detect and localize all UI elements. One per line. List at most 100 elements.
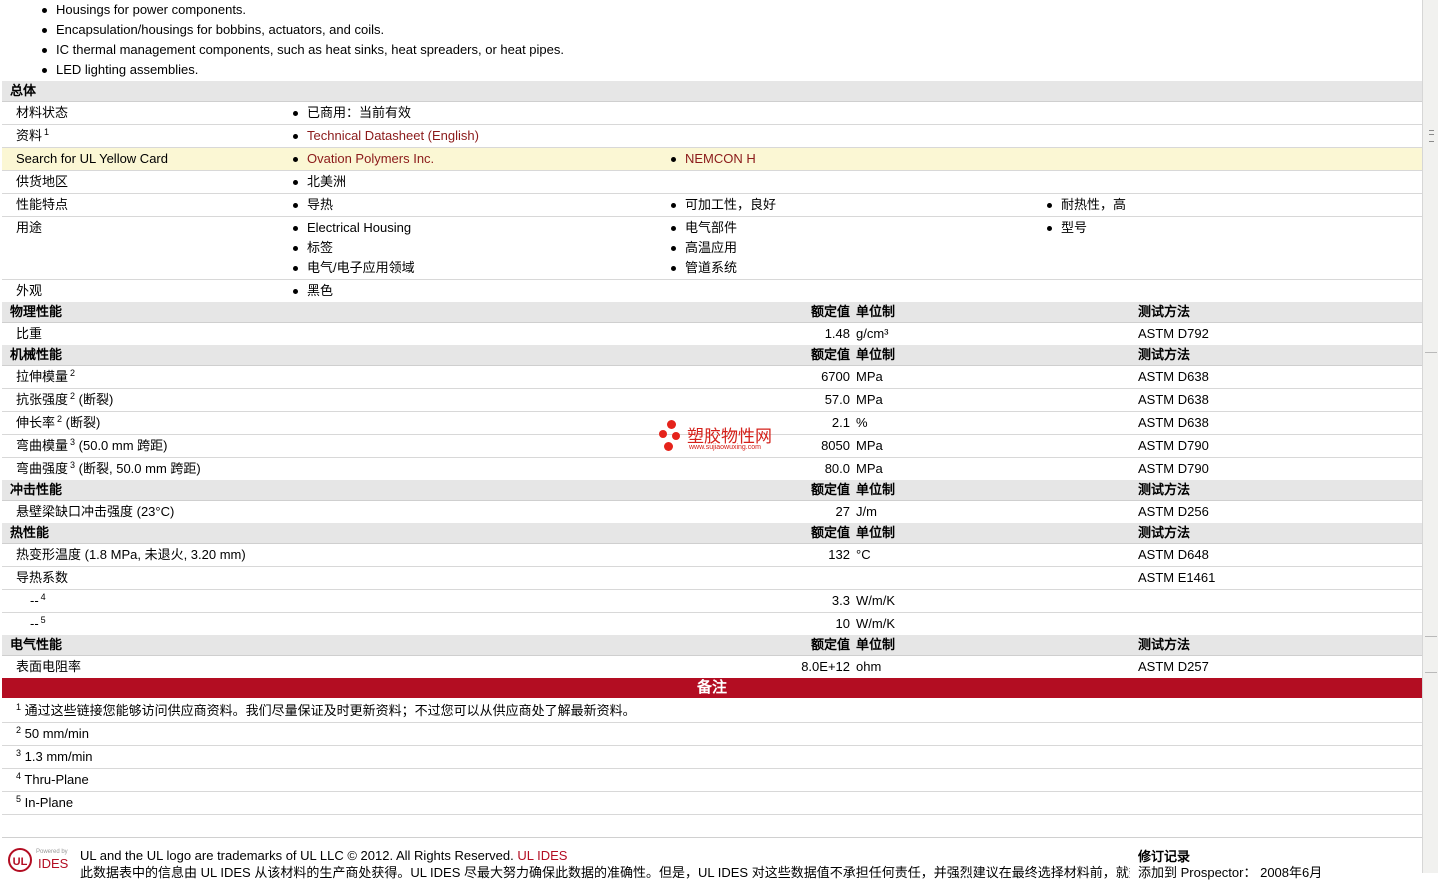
property-subrow: -- 5 10 W/m/K (2, 613, 1422, 636)
property-value: 80.0 (824, 461, 850, 476)
dot-icon (667, 420, 676, 429)
property-label: 热变形温度 (1.8 MPa, 未退火, 3.20 mm) (16, 547, 246, 562)
column-header: 额定值 (810, 637, 850, 652)
property-unit: ohm (856, 659, 882, 674)
row-material-status: 材料状态 已商用：当前有效 (2, 102, 1422, 125)
property-label: 比重 (16, 326, 43, 341)
test-method: ASTM D638 (1138, 392, 1209, 407)
test-method: ASTM D790 (1138, 461, 1209, 476)
grade-link[interactable]: NEMCON H (671, 149, 756, 169)
property-label: 悬壁梁缺口冲击强度 (23°C) (16, 504, 175, 519)
property-value: 3.3 (831, 593, 850, 608)
bullet-icon (1047, 226, 1052, 231)
row-label: 资料 1 (16, 127, 50, 143)
column-header: 额定值 (810, 525, 850, 540)
bullet-icon (1047, 203, 1052, 208)
column-header: 单位制 (856, 347, 896, 362)
property-value: 6700 (821, 369, 850, 384)
property-value: 57.0 (824, 392, 850, 407)
property-row: 导热系数 ASTM E1461 (2, 567, 1422, 590)
watermark-url: www.sujiaowuxing.com (689, 444, 761, 451)
bullet-icon (42, 48, 47, 53)
property-label: -- 5 (30, 615, 46, 631)
column-header: 单位制 (856, 637, 896, 652)
test-method: ASTM D790 (1138, 438, 1209, 453)
ides-logo: IDES (38, 856, 69, 871)
dot-icon (659, 430, 667, 438)
bullet-icon (293, 226, 298, 231)
column-header: 测试方法 (1138, 304, 1191, 319)
section-title: 电气性能 (10, 637, 63, 652)
row-appearance: 外观 黑色 (2, 280, 1422, 303)
row-label: 外观 (16, 283, 43, 298)
section-electrical-header: 电气性能 额定值 单位制 测试方法 (2, 635, 1422, 656)
column-header: 单位制 (856, 525, 896, 540)
column-header: 单位制 (856, 304, 896, 319)
revision-line: 添加到 Prospector： 2008年6月 (1138, 865, 1323, 880)
row-value: 导热 (293, 195, 333, 215)
bullet-icon (42, 8, 47, 13)
row-value: 北美洲 (293, 172, 346, 192)
powered-by-label: Powered by (36, 849, 68, 855)
row-value: 标签 (293, 238, 333, 258)
row-uses: 用途 Electrical Housing 标签 电气/电子应用领域 电气部件 … (2, 217, 1422, 280)
property-value: 1.48 (824, 326, 850, 341)
property-unit: MPa (856, 369, 883, 384)
property-label: 弯曲强度 3 (断裂, 50.0 mm 跨距) (16, 460, 201, 476)
trademark-text: UL and the UL logo are trademarks of UL … (80, 848, 568, 863)
vertical-scrollbar[interactable] (1422, 0, 1438, 873)
row-value: 耐热性，高 (1047, 195, 1126, 215)
test-method: ASTM D638 (1138, 369, 1209, 384)
ul-ides-link[interactable]: UL IDES (517, 848, 567, 863)
property-unit: g/cm³ (856, 326, 889, 341)
list-item: Housings for power components. (56, 2, 247, 17)
section-title: 冲击性能 (10, 482, 63, 497)
property-label: 拉伸模量 2 (16, 368, 76, 384)
property-unit: J/m (856, 504, 877, 519)
test-method: ASTM D638 (1138, 415, 1209, 430)
datasheet: Housings for power components. Encapsula… (2, 0, 1422, 880)
row-value: 可加工性，良好 (671, 195, 776, 215)
row-value: 电气部件 (671, 218, 737, 238)
section-title: 机械性能 (10, 347, 63, 362)
row-region: 供货地区 北美洲 (2, 171, 1422, 194)
bullet-icon (671, 266, 676, 271)
supplier-link[interactable]: Ovation Polymers Inc. (293, 149, 434, 169)
property-row: 拉伸模量 2 6700 MPa ASTM D638 (2, 366, 1422, 389)
row-documents: 资料 1 Technical Datasheet (English) (2, 125, 1422, 148)
note-item: 1 通过这些链接您能够访问供应商资料。我们尽量保证及时更新资料；不过您可以从供应… (2, 700, 1422, 723)
property-unit: % (856, 415, 868, 430)
property-label: 弯曲模量 3 (50.0 mm 跨距) (16, 437, 168, 453)
bullet-icon (671, 226, 676, 231)
section-impact-header: 冲击性能 额定值 单位制 测试方法 (2, 480, 1422, 501)
row-ul-yellow-card: Search for UL Yellow Card Ovation Polyme… (2, 148, 1422, 171)
test-method: ASTM D257 (1138, 659, 1209, 674)
bullet-icon (293, 246, 298, 251)
section-title: 物理性能 (10, 304, 63, 319)
datasheet-link[interactable]: Technical Datasheet (English) (293, 126, 479, 146)
ul-logo: UL (8, 848, 32, 872)
property-value: 132 (828, 547, 850, 562)
disclaimer-text: 此数据表中的信息由 UL IDES 从该材料的生产商处获得。UL IDES 尽最… (80, 865, 1130, 880)
column-header: 测试方法 (1138, 525, 1191, 540)
property-label: 导热系数 (16, 570, 69, 585)
property-unit: MPa (856, 438, 883, 453)
bullet-icon (42, 28, 47, 33)
property-value: 10 (835, 616, 850, 631)
section-title: 热性能 (10, 525, 50, 540)
scroll-thumb-edge (1425, 636, 1437, 637)
notes-header: 备注 (2, 678, 1422, 698)
bullet-icon (293, 111, 298, 116)
property-label: 抗张强度 2 (断裂) (16, 391, 114, 407)
row-label: 性能特点 (16, 197, 69, 212)
column-header: 测试方法 (1138, 482, 1191, 497)
section-physical-header: 物理性能 额定值 单位制 测试方法 (2, 302, 1422, 323)
scroll-grip-icon[interactable] (1429, 130, 1434, 142)
note-item: 2 50 mm/min (2, 723, 1422, 746)
property-label: 伸长率 2 (断裂) (16, 414, 101, 430)
section-mechanical-header: 机械性能 额定值 单位制 测试方法 (2, 345, 1422, 366)
test-method: ASTM D648 (1138, 547, 1209, 562)
column-header: 测试方法 (1138, 347, 1191, 362)
row-value: 电气/电子应用领域 (293, 258, 415, 278)
property-value: 8050 (821, 438, 850, 453)
